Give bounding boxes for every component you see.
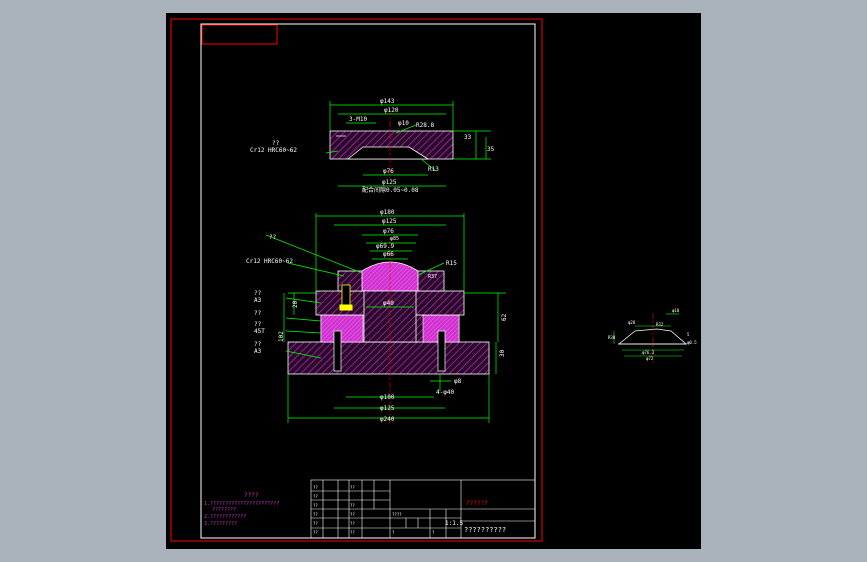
dim-d120: φ120 xyxy=(384,107,399,114)
title-scale: 1:1.5 xyxy=(445,520,463,527)
svg-text:??: ?? xyxy=(313,485,318,490)
dim-r37: R37 xyxy=(428,274,437,280)
svg-text:??: ?? xyxy=(313,530,318,535)
dim-d10: φ10 xyxy=(398,120,409,127)
dim-tolerance: 配合间隙0.05~0.08 xyxy=(362,186,419,194)
svg-text:??: ?? xyxy=(350,503,355,508)
svg-text:??: ?? xyxy=(313,521,318,526)
title-drawing-name: ?????????? xyxy=(464,526,506,534)
lower-assembly-view: φ180 φ125 φ76 φ85 φ69.9 φ66 R15 R37 φ40 … xyxy=(246,209,508,423)
notes-line-1b: ???????? xyxy=(212,507,236,513)
cad-drawing: φ143 φ120 3-M10 φ10 R28.8 33 35 φ76 R13 … xyxy=(170,18,697,542)
svg-text:??: ?? xyxy=(350,512,355,517)
dim-d100: φ100 xyxy=(380,394,395,401)
dim-holes: 4-φ40 xyxy=(436,389,454,396)
svg-text:??: ?? xyxy=(350,530,355,535)
svg-text:??: ?? xyxy=(350,521,355,526)
left-insert xyxy=(320,314,364,343)
dim-d69: φ69.9 xyxy=(376,243,394,250)
dim-h35: 35 xyxy=(487,146,495,153)
label-mark-5: ?? xyxy=(254,341,262,348)
upper-part-view: φ143 φ120 3-M10 φ10 R28.8 33 35 φ76 R13 … xyxy=(250,98,495,194)
dim-h62: 62 xyxy=(501,313,508,321)
dim-d40: φ40 xyxy=(383,300,394,307)
assembly-material-note: Cr12 HRC60~62 xyxy=(246,258,293,265)
svg-text:??: ?? xyxy=(313,512,318,517)
dim-h20: 20 xyxy=(292,300,299,308)
upper-note-mark: ?? xyxy=(272,140,280,147)
code-box xyxy=(201,24,278,45)
dim-d180: φ180 xyxy=(380,209,395,216)
dim-h102: 102 xyxy=(278,331,285,342)
title-part-code: ?????? xyxy=(466,500,488,507)
side-label-d05: φ0.5 xyxy=(687,340,697,345)
label-extra-4: 45T xyxy=(254,328,265,335)
svg-text:??: ?? xyxy=(313,494,318,499)
label-mark-2: ?? xyxy=(254,290,262,297)
side-label-r32: R32 xyxy=(656,322,664,327)
side-label-d10: φ10 xyxy=(672,308,680,313)
svg-text:????: ???? xyxy=(392,512,402,517)
svg-text:?: ? xyxy=(432,530,435,535)
dim-d143: φ143 xyxy=(380,98,395,105)
upper-material-note: Cr12 HRC60~62 xyxy=(250,147,297,154)
label-extra-2: A3 xyxy=(254,297,262,304)
bolt-left xyxy=(333,330,342,372)
drawing-viewport[interactable]: φ143 φ120 3-M10 φ10 R28.8 33 35 φ76 R13 … xyxy=(166,13,701,549)
dim-d85: φ85 xyxy=(390,236,399,242)
ejector-pin xyxy=(341,284,351,306)
svg-text:?: ? xyxy=(392,530,395,535)
dim-d125b: φ125 xyxy=(380,405,395,412)
dim-r13: R13 xyxy=(428,166,439,173)
technical-notes: ???? 1.??????????????????????? ???????? … xyxy=(204,492,279,527)
dim-d76: φ76 xyxy=(383,228,394,235)
side-label-d763: φ76.3 xyxy=(642,350,655,355)
notes-line-2: 2.???????????? xyxy=(204,514,246,520)
bolt-right xyxy=(437,330,446,372)
side-label-d72: φ72 xyxy=(646,356,654,361)
dim-r28: R28.8 xyxy=(416,122,434,129)
dim-d125: φ125 xyxy=(382,218,397,225)
side-label-r30: R30 xyxy=(608,335,616,340)
dim-d66: φ66 xyxy=(383,251,394,258)
dim-d76: φ76 xyxy=(383,168,394,175)
dim-d240: φ240 xyxy=(380,416,395,423)
assembly-note-mark: ?? xyxy=(269,234,277,241)
dim-d125: φ125 xyxy=(382,179,397,186)
label-extra-5: A3 xyxy=(254,348,262,355)
dim-r15: R15 xyxy=(446,260,457,267)
notes-title: ???? xyxy=(244,492,259,499)
dim-h30: 30 xyxy=(499,349,506,357)
dim-h33: 33 xyxy=(464,134,472,141)
label-mark-4: ?? xyxy=(254,321,262,328)
side-label-5: 5 xyxy=(687,332,690,337)
side-label-d28: φ28 xyxy=(628,320,636,325)
base-plate xyxy=(287,341,490,375)
dim-holes: 3-M10 xyxy=(349,116,367,123)
notes-line-3: 3.????????? xyxy=(204,521,237,527)
svg-text:??: ?? xyxy=(313,503,318,508)
dim-d8: φ8 xyxy=(454,378,462,385)
label-mark-3: ?? xyxy=(254,310,262,317)
svg-text:??: ?? xyxy=(350,485,355,490)
